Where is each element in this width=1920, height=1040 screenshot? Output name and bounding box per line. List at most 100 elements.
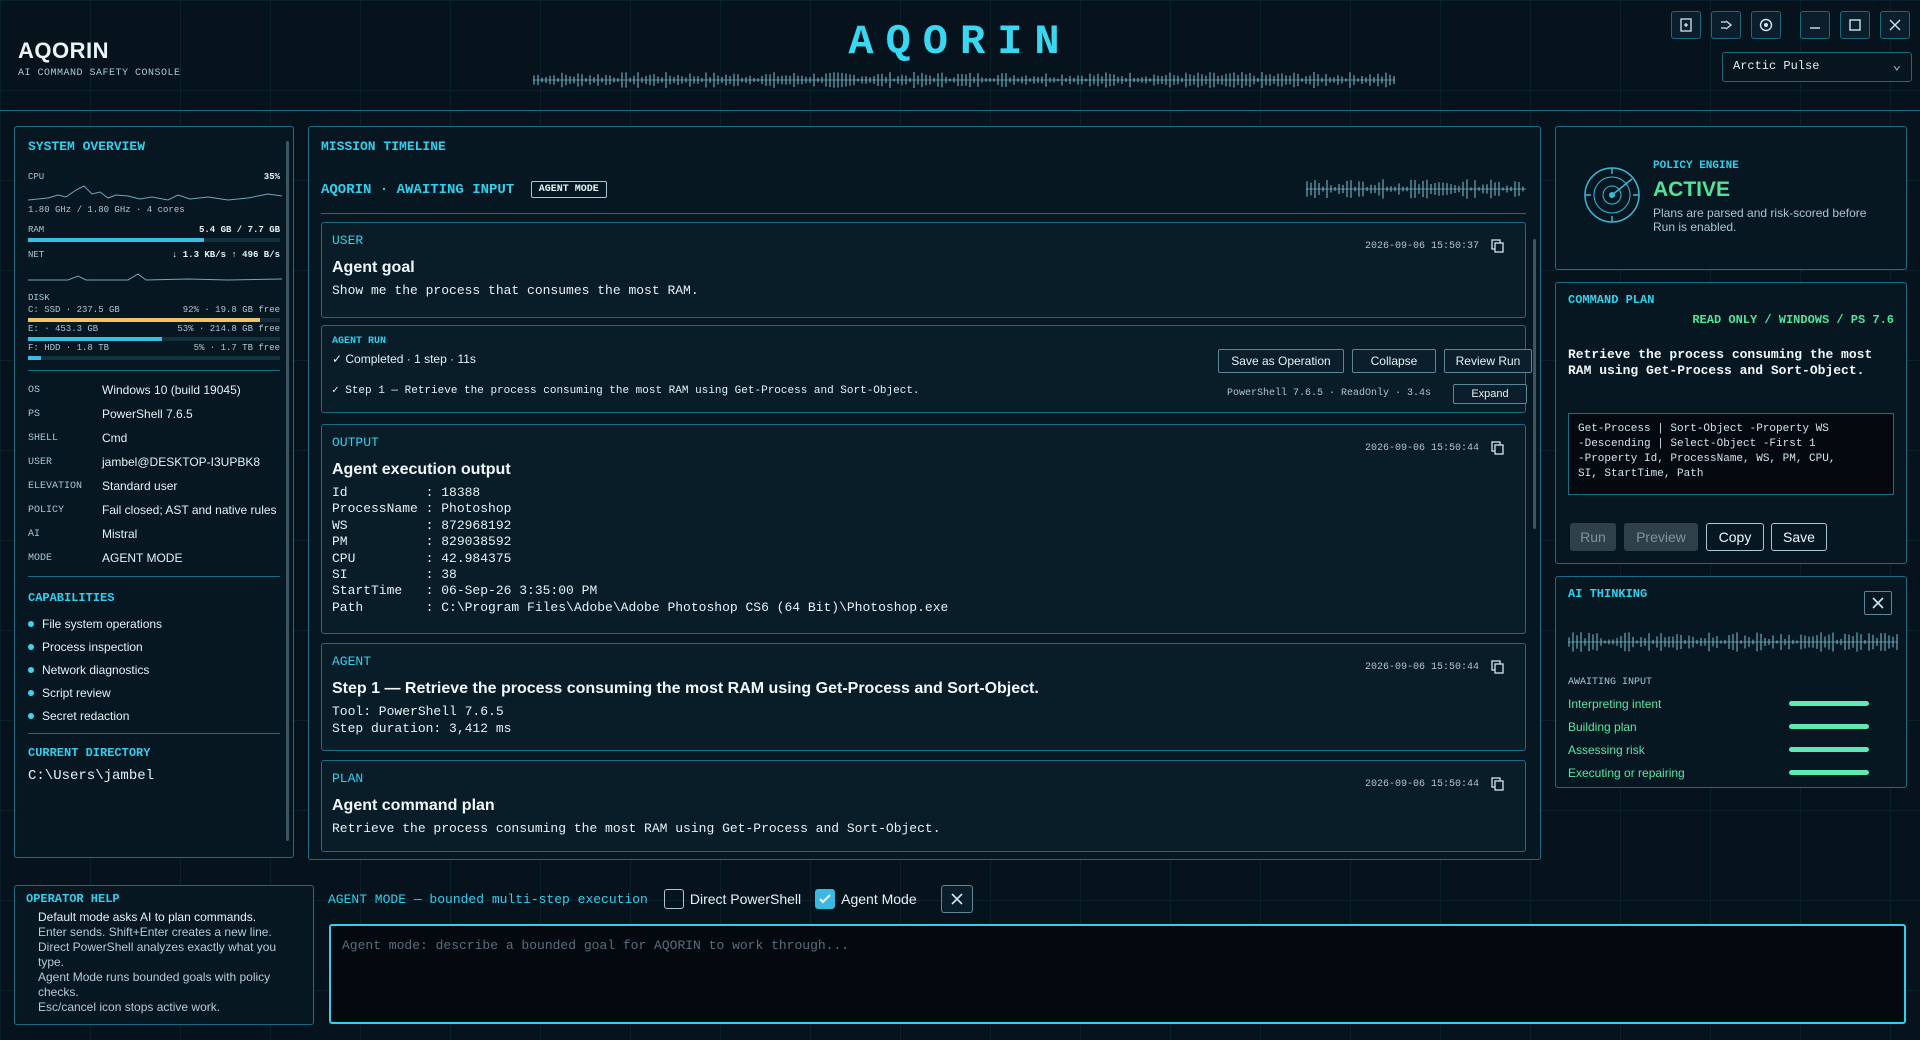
disk-bar xyxy=(28,337,280,341)
agent-run-label: AGENT RUN xyxy=(332,336,387,347)
cancel-icon[interactable] xyxy=(940,885,973,913)
policy-engine-info: POLICY ENGINE ACTIVE Plans are parsed an… xyxy=(1653,160,1888,234)
ram-metric: RAM 5.4 GB / 7.7 GB xyxy=(28,225,280,242)
prompt-input[interactable]: Agent mode: describe a bounded goal for … xyxy=(329,924,1906,1024)
system-info-row: OS Windows 10 (build 19045) xyxy=(28,383,280,398)
system-info-value: PowerShell 7.6.5 xyxy=(102,407,193,421)
command-code-block[interactable]: Get-Process | Sort-Object -Property WS -… xyxy=(1568,413,1894,495)
collapse-button[interactable]: Collapse xyxy=(1352,349,1436,373)
bullet-icon xyxy=(28,644,34,650)
cpu-sparkline xyxy=(27,185,283,201)
thinking-step-label: Assessing risk xyxy=(1568,742,1645,757)
command-plan-title: COMMAND PLAN xyxy=(1568,293,1655,307)
sign-out-icon[interactable] xyxy=(1711,11,1741,39)
system-info-value: Mistral xyxy=(102,527,138,541)
direct-powershell-checkbox[interactable] xyxy=(663,889,684,909)
mission-timeline-title: MISSION TIMELINE xyxy=(321,139,446,154)
disk-name: F: HDD · 1.8 TB xyxy=(28,343,110,353)
system-info-key: OS xyxy=(28,385,41,396)
capability-item: File system operations xyxy=(28,617,280,631)
app-subtitle: AI COMMAND SAFETY CONSOLE xyxy=(18,68,181,79)
policy-engine-state: ACTIVE xyxy=(1653,178,1731,201)
ram-bar-fill xyxy=(28,238,205,242)
thinking-step-label: Building plan xyxy=(1568,719,1637,734)
system-info-row: MODE AGENT MODE xyxy=(28,551,280,566)
capability-label: Secret redaction xyxy=(42,709,130,723)
system-info-key: AI xyxy=(28,529,41,540)
save-as-operation-button[interactable]: Save as Operation xyxy=(1218,349,1344,373)
close-icon[interactable] xyxy=(1864,591,1892,615)
checkmark-icon xyxy=(819,894,831,904)
system-info-value: Cmd xyxy=(102,431,128,445)
theme-select-value: Arctic Pulse xyxy=(1733,59,1820,73)
divider xyxy=(28,370,280,371)
operator-help-title: OPERATOR HELP xyxy=(26,892,120,906)
close-icon[interactable] xyxy=(1880,11,1910,39)
disk-bar-fill xyxy=(28,337,162,341)
disk-usage: 92% · 19.8 GB free xyxy=(182,305,280,315)
theme-select[interactable]: Arctic Pulse ⌄ xyxy=(1722,52,1912,82)
plan-card: PLAN 2026-09-06 15:50:44 Agent command p… xyxy=(321,760,1526,852)
command-plan-summary: Retrieve the process consuming the most … xyxy=(1568,347,1873,378)
net-value: ↓ 1.3 KB/s ↑ 496 B/s xyxy=(171,250,280,260)
prompt-placeholder: Agent mode: describe a bounded goal for … xyxy=(342,938,850,953)
copy-icon[interactable] xyxy=(1491,441,1505,455)
copy-icon[interactable] xyxy=(1491,239,1505,253)
expand-button[interactable]: Expand xyxy=(1453,384,1527,404)
policy-engine-panel: POLICY ENGINE ACTIVE Plans are parsed an… xyxy=(1555,126,1907,270)
system-info-value: AGENT MODE xyxy=(102,551,183,565)
review-run-button[interactable]: Review Run xyxy=(1444,349,1532,373)
divider xyxy=(321,213,1526,214)
agent-mode-label[interactable]: Agent Mode xyxy=(841,891,917,907)
export-icon[interactable] xyxy=(1671,11,1701,39)
card-heading: Agent execution output xyxy=(332,461,511,478)
card-body: Id : 18388 ProcessName : Photoshop WS : … xyxy=(332,485,949,615)
preview-button[interactable]: Preview xyxy=(1624,523,1698,551)
system-info-row: USER jambel@DESKTOP-I3UPBK8 xyxy=(28,455,280,470)
system-info-list: OS Windows 10 (build 19045) PS PowerShell 7… xyxy=(28,383,280,566)
copy-icon[interactable] xyxy=(1491,777,1505,791)
agent-step-card: AGENT 2026-09-06 15:50:44 Step 1 — Retri… xyxy=(321,643,1526,751)
capability-label: Process inspection xyxy=(42,640,143,654)
net-metric: NET ↓ 1.3 KB/s ↑ 496 B/s xyxy=(28,250,283,285)
card-label: PLAN xyxy=(332,771,364,786)
help-line: Default mode asks AI to plan commands. xyxy=(38,910,257,924)
minimize-icon[interactable] xyxy=(1800,11,1830,39)
timeline-scrollbar[interactable] xyxy=(1533,239,1536,529)
copy-button[interactable]: Copy xyxy=(1706,523,1764,551)
operator-help-panel: OPERATOR HELP Default mode asks AI to pl… xyxy=(14,885,314,1025)
system-info-value: jambel@DESKTOP-I3UPBK8 xyxy=(102,455,261,469)
disk-name: C: SSD · 237.5 GB xyxy=(28,305,120,315)
bullet-icon xyxy=(28,690,34,696)
capabilities-list: File system operations Process inspection… xyxy=(28,617,280,723)
current-directory-path: C:\Users\jambel xyxy=(28,768,155,784)
run-button[interactable]: Run xyxy=(1570,523,1616,551)
timestamp: 2026-09-06 15:50:44 xyxy=(1364,779,1479,790)
thinking-step-label: Interpreting intent xyxy=(1568,696,1662,711)
save-button[interactable]: Save xyxy=(1771,523,1827,551)
bullet-icon xyxy=(28,667,34,673)
system-info-row: PS PowerShell 7.6.5 xyxy=(28,407,280,422)
user-message-card: USER 2026-09-06 15:50:37 Agent goal Show… xyxy=(321,222,1526,318)
command-plan-tags: READ ONLY / WINDOWS / PS 7.6 xyxy=(1692,313,1894,327)
timestamp: 2026-09-06 15:50:44 xyxy=(1364,662,1479,673)
agent-run-step-meta: PowerShell 7.6.5 · ReadOnly · 3.4s xyxy=(1227,388,1432,399)
disk-label: DISK xyxy=(28,293,50,303)
divider xyxy=(28,733,280,734)
settings-icon[interactable] xyxy=(1751,11,1781,39)
card-heading: Agent goal xyxy=(332,259,415,276)
direct-powershell-label[interactable]: Direct PowerShell xyxy=(690,891,801,907)
policy-engine-description: Plans are parsed and risk-scored before … xyxy=(1653,206,1867,234)
disk-bar-fill xyxy=(28,318,260,322)
left-scrollbar[interactable] xyxy=(286,141,289,841)
copy-icon[interactable] xyxy=(1491,660,1505,674)
thinking-step-bar xyxy=(1789,770,1869,775)
help-line: Esc/cancel icon stops active work. xyxy=(38,1000,221,1014)
agent-mode-checkbox[interactable] xyxy=(815,889,836,909)
capability-label: Network diagnostics xyxy=(42,663,150,677)
input-mode-bar: AGENT MODE — bounded multi-step executio… xyxy=(328,885,973,913)
capability-item: Process inspection xyxy=(28,640,280,654)
thinking-step: Executing or repairing xyxy=(1568,761,1894,784)
maximize-icon[interactable] xyxy=(1840,11,1870,39)
net-sparkline xyxy=(28,273,283,281)
